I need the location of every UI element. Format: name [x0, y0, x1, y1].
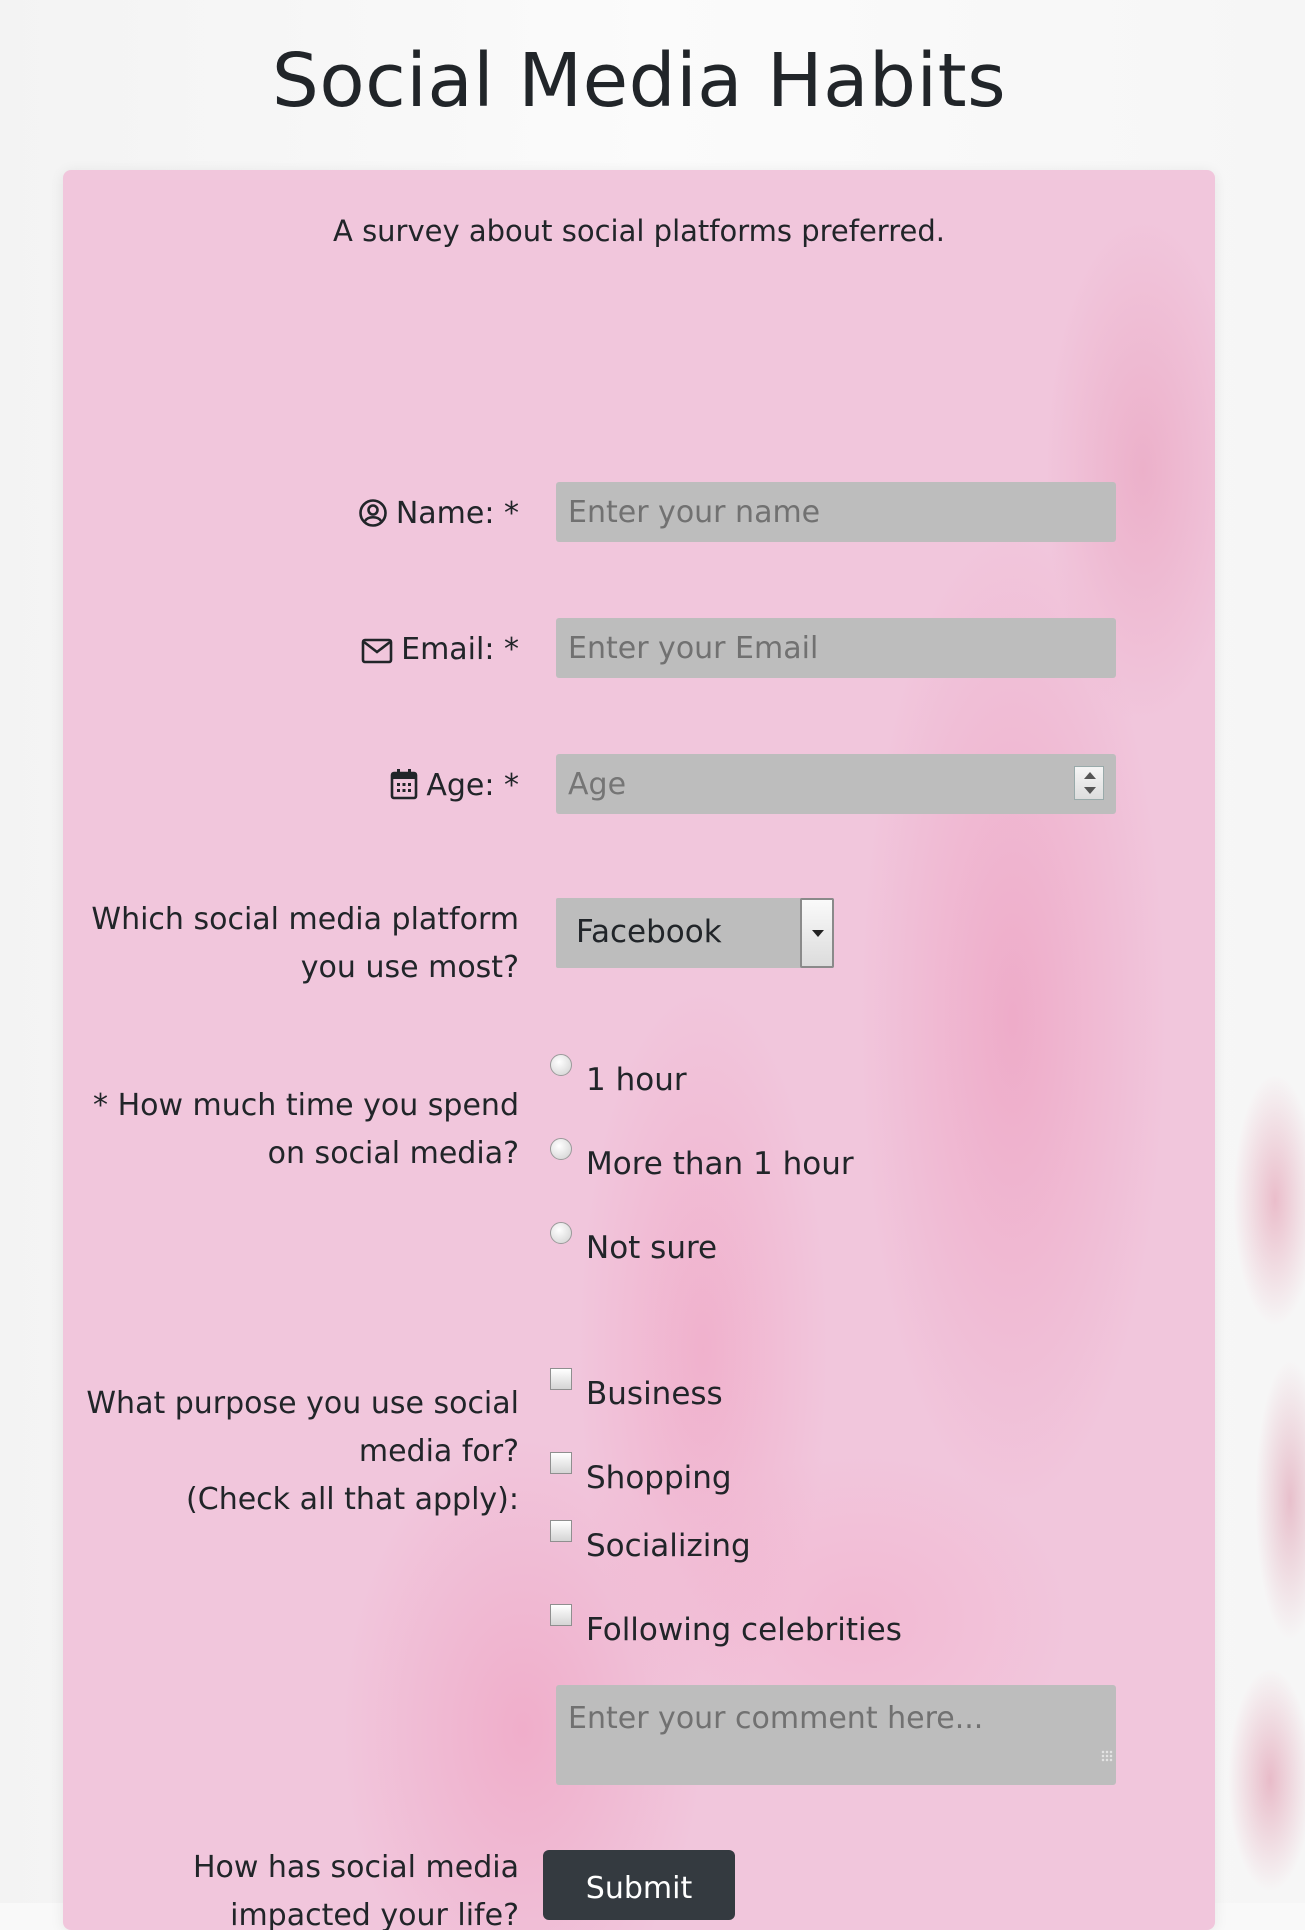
form-description: A survey about social platforms preferre… [333, 214, 945, 248]
time-option-label: Not sure [586, 1230, 718, 1266]
checkbox[interactable] [550, 1452, 572, 1474]
platform-label-line2: you use most? [300, 950, 519, 985]
purpose-label-line2: media for? [358, 1434, 519, 1469]
name-input[interactable] [556, 482, 1116, 542]
chevron-down-icon[interactable] [800, 898, 834, 968]
purpose-label-line3: (Check all that apply): [186, 1482, 519, 1517]
name-label: Name: * [358, 490, 519, 543]
age-stepper[interactable] [1074, 766, 1104, 800]
time-option-label: 1 hour [586, 1062, 687, 1098]
platform-label-line1: Which social media platform [91, 902, 519, 937]
purpose-option-label: Socializing [586, 1528, 751, 1564]
purpose-option-shopping[interactable]: Shopping [550, 1452, 732, 1496]
impact-textarea[interactable] [556, 1685, 1116, 1785]
age-field [556, 754, 1116, 814]
submit-button[interactable]: Submit [543, 1850, 735, 1920]
purpose-option-label: Shopping [586, 1460, 732, 1496]
radio-button[interactable] [550, 1138, 572, 1160]
purpose-option-label: Business [586, 1376, 723, 1412]
time-option-1[interactable]: 1 hour [550, 1054, 687, 1098]
envelope-icon [361, 631, 393, 679]
time-label-line2: on social media? [267, 1136, 519, 1171]
checkbox[interactable] [550, 1368, 572, 1390]
purpose-option-socializing[interactable]: Socializing [550, 1520, 751, 1564]
radio-button[interactable] [550, 1054, 572, 1076]
age-input[interactable] [556, 754, 1056, 814]
email-input[interactable] [556, 618, 1116, 678]
purpose-label-line1: What purpose you use social [86, 1386, 519, 1421]
page-title: Social Media Habits [271, 38, 1007, 124]
user-circle-icon [358, 495, 388, 543]
email-label: Email: * [361, 626, 519, 679]
checkbox[interactable] [550, 1520, 572, 1542]
purpose-option-label: Following celebrities [586, 1612, 902, 1648]
time-option-3[interactable]: Not sure [550, 1222, 717, 1266]
impact-label-line2: impacted your life? [230, 1898, 519, 1930]
time-label-line1: * How much time you spend [93, 1088, 519, 1123]
email-label-text: Email: * [401, 632, 519, 667]
impact-label: How has social media impacted your life? [193, 1850, 519, 1930]
time-label: * How much time you spend on social medi… [93, 1082, 519, 1178]
impact-label-line1: How has social media [192, 1850, 519, 1885]
name-label-text: Name: * [395, 496, 519, 531]
resize-grip-icon[interactable] [1101, 1750, 1113, 1762]
time-option-label: More than 1 hour [586, 1146, 854, 1182]
platform-label: Which social media platform you use most… [91, 730, 519, 985]
checkbox[interactable] [550, 1604, 572, 1626]
purpose-label: What purpose you use social media for? (… [86, 1380, 519, 1524]
survey-form: A survey about social platforms preferre… [63, 170, 1215, 1930]
radio-button[interactable] [550, 1222, 572, 1244]
purpose-option-business[interactable]: Business [550, 1368, 723, 1412]
platform-select[interactable]: Facebook [556, 898, 834, 968]
purpose-option-celebrities[interactable]: Following celebrities [550, 1604, 902, 1648]
time-option-2[interactable]: More than 1 hour [550, 1138, 854, 1182]
platform-selected-value: Facebook [576, 914, 722, 950]
